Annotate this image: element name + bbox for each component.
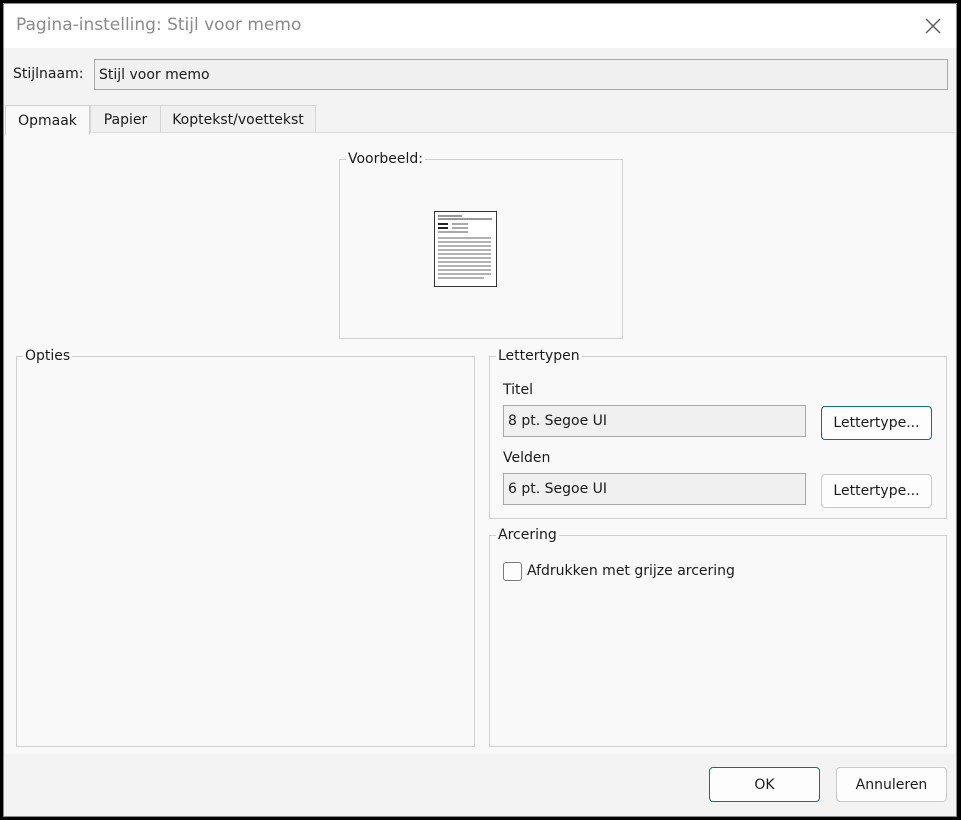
tab-opmaak[interactable]: Opmaak — [5, 105, 90, 135]
preview-group: Voorbeeld: — [339, 150, 623, 339]
title-font-field[interactable]: 8 pt. Segoe UI — [503, 405, 806, 437]
grey-shading-label[interactable]: Afdrukken met grijze arcering — [527, 563, 735, 579]
tab-papier[interactable]: Papier — [90, 105, 161, 133]
tab-koptekst-voettekst[interactable]: Koptekst/voettekst — [160, 105, 316, 133]
tab-panel-opmaak: Voorbeeld: Opties Lettertypen Titel 8 pt… — [5, 132, 955, 756]
grey-shading-checkbox[interactable] — [503, 562, 522, 581]
title-font-button-label: Lettertype... — [833, 415, 920, 431]
options-label: Opties — [23, 347, 73, 365]
shading-label: Arcering — [496, 526, 559, 544]
preview-label: Voorbeeld: — [346, 150, 425, 168]
style-name-field[interactable]: Stijl voor memo — [94, 59, 948, 90]
cancel-button-label: Annuleren — [855, 776, 928, 793]
shading-group: Arcering Afdrukken met grijze arcering — [489, 526, 947, 747]
fields-font-field[interactable]: 6 pt. Segoe UI — [503, 473, 806, 505]
style-name-value: Stijl voor memo — [99, 66, 210, 83]
title-bar: Pagina-instelling: Stijl voor memo — [4, 4, 956, 48]
fields-font-button-label: Lettertype... — [833, 483, 920, 499]
page-preview-icon — [434, 211, 497, 287]
title-font-value: 8 pt. Segoe UI — [508, 413, 608, 429]
page-setup-dialog: Pagina-instelling: Stijl voor memo Stijl… — [3, 3, 957, 817]
window-title: Pagina-instelling: Stijl voor memo — [16, 15, 302, 35]
cancel-button[interactable]: Annuleren — [836, 767, 947, 802]
ok-button-label: OK — [754, 776, 775, 793]
close-button[interactable] — [910, 4, 956, 48]
tab-opmaak-label: Opmaak — [18, 112, 77, 129]
fonts-group: Lettertypen Titel 8 pt. Segoe UI Lettert… — [489, 347, 947, 519]
style-name-label: Stijlnaam: — [13, 66, 84, 82]
dialog-footer: OK Annuleren — [4, 754, 956, 816]
close-icon — [925, 18, 941, 34]
fields-font-label: Velden — [503, 450, 551, 466]
tab-papier-label: Papier — [103, 111, 148, 128]
fonts-label: Lettertypen — [496, 347, 582, 365]
title-font-label: Titel — [503, 382, 534, 398]
fields-font-value: 6 pt. Segoe UI — [508, 481, 608, 497]
ok-button[interactable]: OK — [709, 767, 820, 802]
title-font-button[interactable]: Lettertype... — [821, 406, 932, 440]
tab-koptekst-voettekst-label: Koptekst/voettekst — [172, 111, 304, 128]
fields-font-button[interactable]: Lettertype... — [821, 474, 932, 508]
options-group: Opties — [16, 347, 475, 747]
